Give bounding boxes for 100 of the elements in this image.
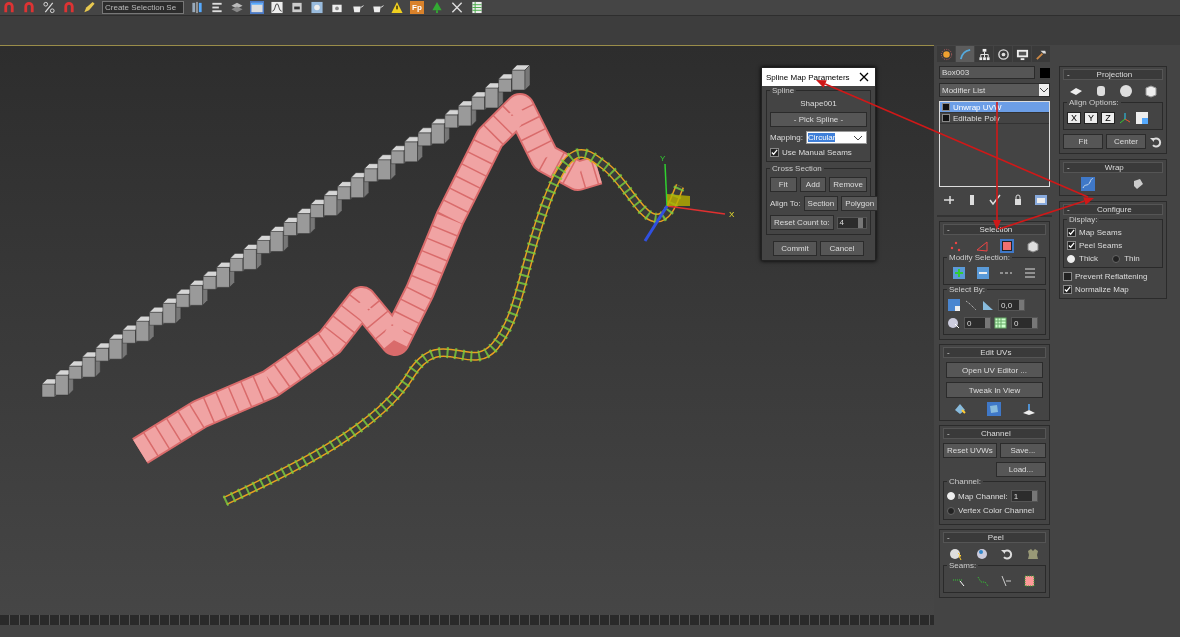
planar-angle-icon[interactable] <box>981 298 995 312</box>
grow-selection-icon[interactable] <box>951 266 966 280</box>
checkbox-label: Use Manual Seams <box>782 148 852 157</box>
align-button[interactable]: Section <box>803 196 839 211</box>
rollout-header[interactable]: - Edit UVs <box>943 347 1046 358</box>
schematic-icon[interactable] <box>290 1 304 14</box>
shape-name: Shape001 <box>799 99 838 108</box>
dialog-button[interactable]: Commit <box>773 241 817 256</box>
pick-spline-button[interactable]: - Pick Spline - <box>770 112 867 127</box>
group-label: Align Options: <box>1067 98 1121 107</box>
unfold-strip-icon[interactable] <box>1131 177 1145 191</box>
check-icon[interactable] <box>987 193 1002 207</box>
modifier-list-dropdown[interactable]: Modifier List <box>939 83 1050 97</box>
close-icon[interactable] <box>857 70 871 84</box>
cross-section-button[interactable]: Add <box>799 177 827 192</box>
checkbox[interactable] <box>1067 228 1076 237</box>
pencil-icon[interactable] <box>82 1 96 14</box>
sphere-cursor-icon[interactable] <box>947 316 961 330</box>
viewport[interactable]: X Y Spline Map Parameters Spline Shape001 - Pick Spline - Mapping: Circular Use Manual Seams Cross Section Fit Add Remove Align To: Section Polygon Reset Count to: 4 Commit Cancel <box>0 45 934 625</box>
rollout-header[interactable]: - Configure <box>1063 204 1163 215</box>
edit-uv-button[interactable]: Open UV Editor ... <box>946 362 1043 378</box>
table-icon[interactable] <box>470 1 484 14</box>
count-spinner[interactable]: 4 <box>836 216 867 229</box>
undo-icon[interactable] <box>1000 547 1015 561</box>
axis-button[interactable]: Y <box>1084 112 1098 124</box>
group-label: Spline <box>770 86 797 95</box>
flatten-icon[interactable] <box>1021 402 1036 416</box>
dialog-button[interactable]: Cancel <box>820 241 864 256</box>
panel-tab[interactable] <box>994 46 1012 62</box>
align-button[interactable]: Polygon <box>841 196 879 211</box>
radio-button[interactable] <box>1112 254 1121 263</box>
panel-tab[interactable] <box>1032 46 1050 62</box>
pin-icon[interactable] <box>941 193 956 207</box>
material-editor-icon[interactable] <box>310 1 324 14</box>
track-bar[interactable] <box>0 615 934 625</box>
projection-button[interactable]: Fit <box>1063 134 1103 149</box>
peel-sphere-icon[interactable] <box>974 547 989 561</box>
angle-spinner[interactable]: 0,0 <box>998 299 1025 311</box>
axis-button[interactable]: X <box>1067 112 1081 124</box>
sphere-map-icon[interactable] <box>1118 84 1133 98</box>
panel-tab[interactable] <box>937 46 955 62</box>
panel-tab[interactable] <box>1013 46 1031 62</box>
radio-button[interactable] <box>947 506 955 515</box>
radio-label: Thick <box>1079 254 1099 263</box>
checkbox[interactable] <box>1067 241 1076 250</box>
checkbox-label: Peel Seams <box>1079 241 1123 250</box>
selection-set-dropdown[interactable]: Create Selection Se <box>102 1 184 14</box>
edit-uv-button[interactable]: Tweak In View <box>946 382 1043 398</box>
window-icon[interactable] <box>250 1 264 14</box>
tweak-icon[interactable] <box>987 402 1002 416</box>
checkbox[interactable] <box>1063 285 1072 294</box>
number-spinner[interactable]: 0 <box>964 317 991 329</box>
rollout-header[interactable]: - Peel <box>943 532 1046 543</box>
box-map-icon[interactable] <box>1143 84 1158 98</box>
group-label: Seams: <box>947 561 979 570</box>
align-to-label: Align To: <box>770 199 801 208</box>
align-icon[interactable] <box>210 1 224 14</box>
view-align-icon[interactable] <box>1135 111 1149 125</box>
cube-icon[interactable] <box>1026 239 1041 253</box>
cross-section-button[interactable]: Remove <box>829 177 867 192</box>
layers-icon[interactable] <box>230 1 244 14</box>
axis-button[interactable]: Z <box>1101 112 1115 124</box>
rollout-header[interactable]: - Wrap <box>1063 162 1163 173</box>
face-mode-icon[interactable] <box>1000 239 1015 253</box>
mirror-icon[interactable] <box>190 1 204 14</box>
vertex-mode-icon[interactable] <box>948 239 963 253</box>
dialog-title: Spline Map Parameters <box>766 72 850 82</box>
peel-bolt-icon[interactable] <box>948 547 963 561</box>
curve-editor-icon[interactable] <box>270 1 284 14</box>
seam-region-icon[interactable] <box>1023 574 1038 588</box>
loop-selection-icon[interactable] <box>1023 266 1038 280</box>
reset-uvws-button[interactable]: Reset UVWs <box>943 443 997 458</box>
rollout-header[interactable]: - Selection <box>943 224 1046 235</box>
configure-icon[interactable] <box>1033 193 1048 207</box>
percent-icon[interactable] <box>42 1 56 14</box>
checkbox[interactable] <box>1063 272 1072 281</box>
projection-button[interactable]: Center <box>1106 134 1146 149</box>
select-element-icon[interactable] <box>947 298 961 312</box>
reset-count-button[interactable]: Reset Count to: <box>770 215 834 230</box>
cross-section-button[interactable]: Fit <box>770 177 797 192</box>
panel-tab[interactable] <box>975 46 993 62</box>
save-button[interactable]: Save... <box>999 443 1046 458</box>
seam-cut-icon[interactable] <box>999 574 1014 588</box>
object-color-swatch[interactable] <box>1040 67 1050 78</box>
rollout-header[interactable]: - Channel <box>943 428 1046 439</box>
number-spinner[interactable]: 0 <box>1011 317 1038 329</box>
load-button[interactable]: Load... <box>996 462 1046 477</box>
warning-icon[interactable] <box>390 1 404 14</box>
pelt-icon[interactable] <box>1026 547 1041 561</box>
quick-peel-icon[interactable] <box>953 402 968 416</box>
mapping-dropdown[interactable]: Circular <box>805 131 867 144</box>
shrink-selection-icon[interactable] <box>975 266 990 280</box>
map-channel-spinner[interactable]: 1 <box>1010 490 1038 502</box>
tree-icon[interactable] <box>430 1 444 14</box>
object-name-field[interactable]: Box003 <box>939 66 1035 79</box>
rollout-header[interactable]: - Projection <box>1063 69 1163 80</box>
grid-cursor-icon[interactable] <box>994 316 1008 330</box>
checkbox[interactable] <box>770 148 779 157</box>
group-label: Cross Section <box>770 164 824 173</box>
crossed-tools-icon[interactable] <box>450 1 464 14</box>
